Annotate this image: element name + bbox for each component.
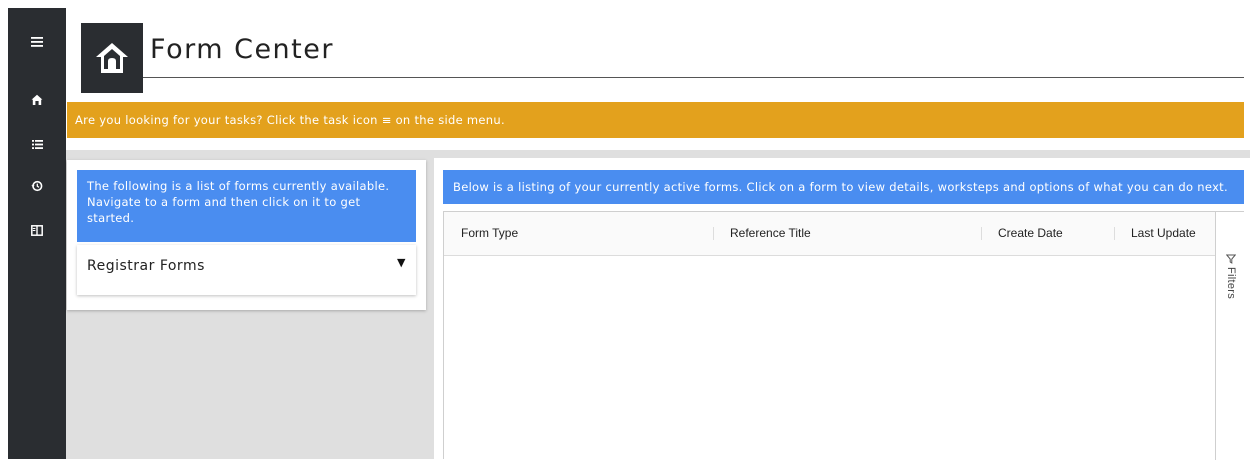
column-header-form-type[interactable]: Form Type — [461, 212, 518, 255]
tasks-icon — [31, 139, 43, 149]
grid-header: Form Type Reference Title Create Date La… — [444, 212, 1215, 256]
sidebar — [8, 8, 66, 459]
book-icon — [31, 224, 43, 236]
menu-icon — [31, 37, 43, 47]
column-header-last-update[interactable]: Last Update — [1131, 212, 1196, 255]
history-icon — [31, 180, 43, 192]
sidebar-item-history[interactable] — [8, 174, 66, 198]
filters-toggle[interactable]: Filters — [1215, 212, 1244, 460]
right-panel-top-strip — [434, 150, 1250, 158]
sidebar-item-home[interactable] — [8, 88, 66, 112]
forms-info-banner: The following is a list of forms current… — [77, 170, 416, 242]
header-home-badge — [81, 23, 143, 93]
registrar-forms-dropdown[interactable]: Registrar Forms ▼ — [77, 245, 416, 295]
filter-icon — [1226, 254, 1236, 264]
menu-button[interactable] — [8, 30, 66, 54]
column-header-reference-title[interactable]: Reference Title — [730, 212, 811, 255]
column-header-create-date[interactable]: Create Date — [998, 212, 1063, 255]
home-icon — [96, 43, 128, 73]
caret-down-icon: ▼ — [397, 256, 406, 269]
filters-label: Filters — [1225, 267, 1237, 300]
sidebar-item-tasks[interactable] — [8, 132, 66, 156]
column-separator — [713, 227, 714, 240]
sidebar-item-book[interactable] — [8, 218, 66, 242]
title-divider — [143, 77, 1244, 78]
active-forms-grid: Form Type Reference Title Create Date La… — [443, 211, 1244, 460]
column-separator — [1114, 227, 1115, 240]
tasks-notice-banner: Are you looking for your tasks? Click th… — [67, 102, 1244, 138]
dropdown-label: Registrar Forms — [87, 258, 205, 274]
active-forms-info-banner: Below is a listing of your currently act… — [443, 170, 1244, 204]
column-separator — [981, 227, 982, 240]
home-icon — [31, 94, 43, 105]
page-title: Form Center — [150, 34, 334, 65]
